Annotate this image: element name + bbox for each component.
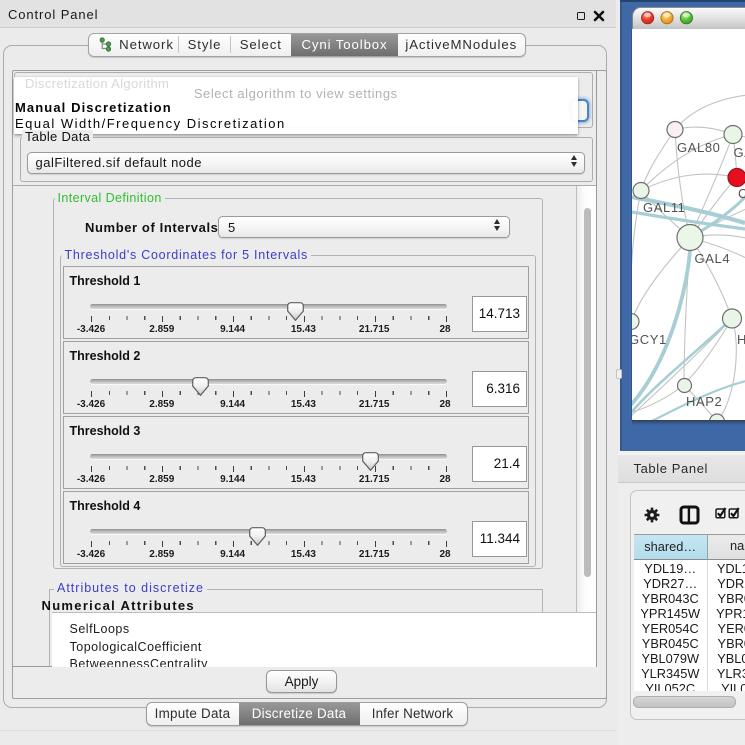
- svg-text:H: H: [737, 332, 745, 347]
- svg-text:GAL4: GAL4: [695, 251, 731, 266]
- svg-text:GA: GA: [734, 145, 745, 160]
- svg-text:GAL80: GAL80: [677, 140, 720, 155]
- svg-text:GCY1: GCY1: [632, 332, 667, 347]
- svg-text:GAL11: GAL11: [643, 200, 686, 215]
- svg-text:C: C: [738, 186, 745, 201]
- svg-text:HAP2: HAP2: [686, 394, 722, 409]
